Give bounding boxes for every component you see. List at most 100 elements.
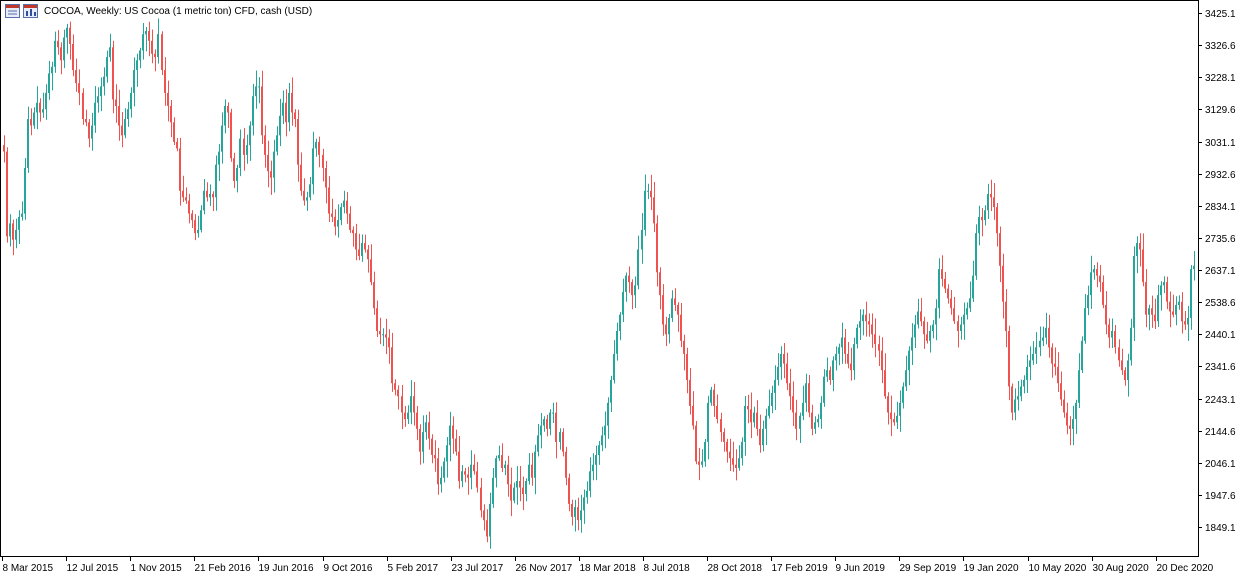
x-tick-label: 19 Jun 2016 <box>259 563 314 574</box>
candle-body-down <box>1105 304 1107 325</box>
candle-body-down <box>881 350 883 371</box>
candle-body-up <box>668 318 670 335</box>
candle-body-up <box>592 464 594 472</box>
candle-body-up <box>1190 269 1192 318</box>
candle-body-down <box>571 503 573 517</box>
candle-body-up <box>492 477 494 504</box>
candle-body-up <box>799 415 801 429</box>
candle-body-up <box>24 168 26 214</box>
candle-body-down <box>75 70 77 84</box>
candle-body-up <box>1193 265 1195 270</box>
candle-body-down <box>1011 386 1013 413</box>
candle-body-down <box>464 471 466 475</box>
candle-body-up <box>634 285 636 296</box>
candle-body-up <box>774 379 776 393</box>
candle-body-down <box>920 311 922 322</box>
grid-icon[interactable] <box>5 4 20 18</box>
candle-body-up <box>504 464 506 468</box>
candle-body-down <box>893 419 895 423</box>
candle-body-down <box>349 213 351 230</box>
candle-body-down <box>887 396 889 413</box>
candle-body-down <box>401 396 403 413</box>
candle-body-down <box>874 334 876 345</box>
candle-body-down <box>483 510 485 521</box>
candle-body-down <box>720 419 722 433</box>
candle-body-down <box>1008 331 1010 387</box>
chart-icon[interactable] <box>23 4 38 18</box>
candle-body-up <box>802 402 804 416</box>
candle-body-down <box>568 477 570 504</box>
y-tick-label: 2144.6 <box>1205 427 1236 438</box>
x-tick-label: 9 Jun 2019 <box>836 563 886 574</box>
candle-body-up <box>960 324 962 331</box>
candle-body-up <box>1032 353 1034 361</box>
candle-body-up <box>762 428 764 446</box>
candle-body-up <box>1023 379 1025 387</box>
candle-body-up <box>601 435 603 446</box>
candle-body-down <box>364 243 366 250</box>
candle-body-up <box>616 331 618 354</box>
candle-body-up <box>710 389 712 403</box>
chart-title: COCOA, Weekly: US Cocoa (1 metric ton) C… <box>44 6 313 17</box>
candle-body-down <box>1145 282 1147 315</box>
x-tick-label: 1 Nov 2015 <box>131 563 183 574</box>
candle-body-down <box>328 187 330 214</box>
candle-body-up <box>239 138 241 168</box>
candle-body-up <box>410 396 412 413</box>
x-tick-label: 28 Oct 2018 <box>708 563 763 574</box>
candle-body-down <box>188 200 190 214</box>
candle-body-down <box>1099 275 1101 283</box>
candle-body-down <box>352 229 354 234</box>
candle-body-up <box>935 308 937 325</box>
candle-body-down <box>230 112 232 159</box>
candle-body-down <box>39 102 41 113</box>
candle-body-down <box>698 461 700 465</box>
candle-body-down <box>60 47 62 61</box>
candle-body-up <box>42 109 44 113</box>
candle-body-up <box>470 464 472 478</box>
candle-body-down <box>756 412 758 429</box>
candle-body-up <box>100 86 102 97</box>
candle-body-down <box>367 249 369 260</box>
candle-body-down <box>783 353 785 364</box>
candle-body-up <box>139 50 141 61</box>
candle-body-down <box>154 53 156 58</box>
y-tick-label: 3425.1 <box>1205 9 1236 20</box>
candle-body-up <box>862 314 864 322</box>
candle-body-up <box>987 194 989 211</box>
candle-body-down <box>650 190 652 198</box>
candle-body-down <box>1118 347 1120 361</box>
candle-body-down <box>890 412 892 420</box>
candle-body-up <box>209 194 211 198</box>
candle-body-down <box>510 484 512 501</box>
candle-body-up <box>1127 360 1129 380</box>
candle-body-down <box>376 308 378 331</box>
candle-body-down <box>437 458 439 485</box>
candle-body-down <box>1139 243 1141 250</box>
candle-body-down <box>148 31 150 41</box>
candle-body-up <box>598 445 600 455</box>
candle-body-down <box>467 474 469 478</box>
x-tick-label: 30 Aug 2020 <box>1093 563 1150 574</box>
candle-body-down <box>243 138 245 155</box>
candle-body-down <box>944 278 946 289</box>
candle-body-up <box>1111 331 1113 338</box>
candle-body-up <box>969 298 971 309</box>
y-tick-label: 3129.6 <box>1205 105 1236 116</box>
candle-body-down <box>170 106 172 123</box>
candle-body-down <box>726 441 728 452</box>
candle-body-up <box>343 200 345 208</box>
candle-body-down <box>674 298 676 305</box>
candle-body-up <box>856 327 858 345</box>
candle-body-down <box>69 27 71 44</box>
candle-body-up <box>1163 282 1165 286</box>
candle-body-up <box>625 275 627 292</box>
candle-body-up <box>607 402 609 426</box>
candle-body-up <box>823 376 825 403</box>
candle-body-down <box>683 340 685 354</box>
x-tick-label: 5 Feb 2017 <box>388 563 439 574</box>
candle-body-down <box>1151 308 1153 315</box>
candle-body-down <box>285 102 287 123</box>
candle-body-down <box>747 406 749 410</box>
candle-body-up <box>288 92 290 123</box>
